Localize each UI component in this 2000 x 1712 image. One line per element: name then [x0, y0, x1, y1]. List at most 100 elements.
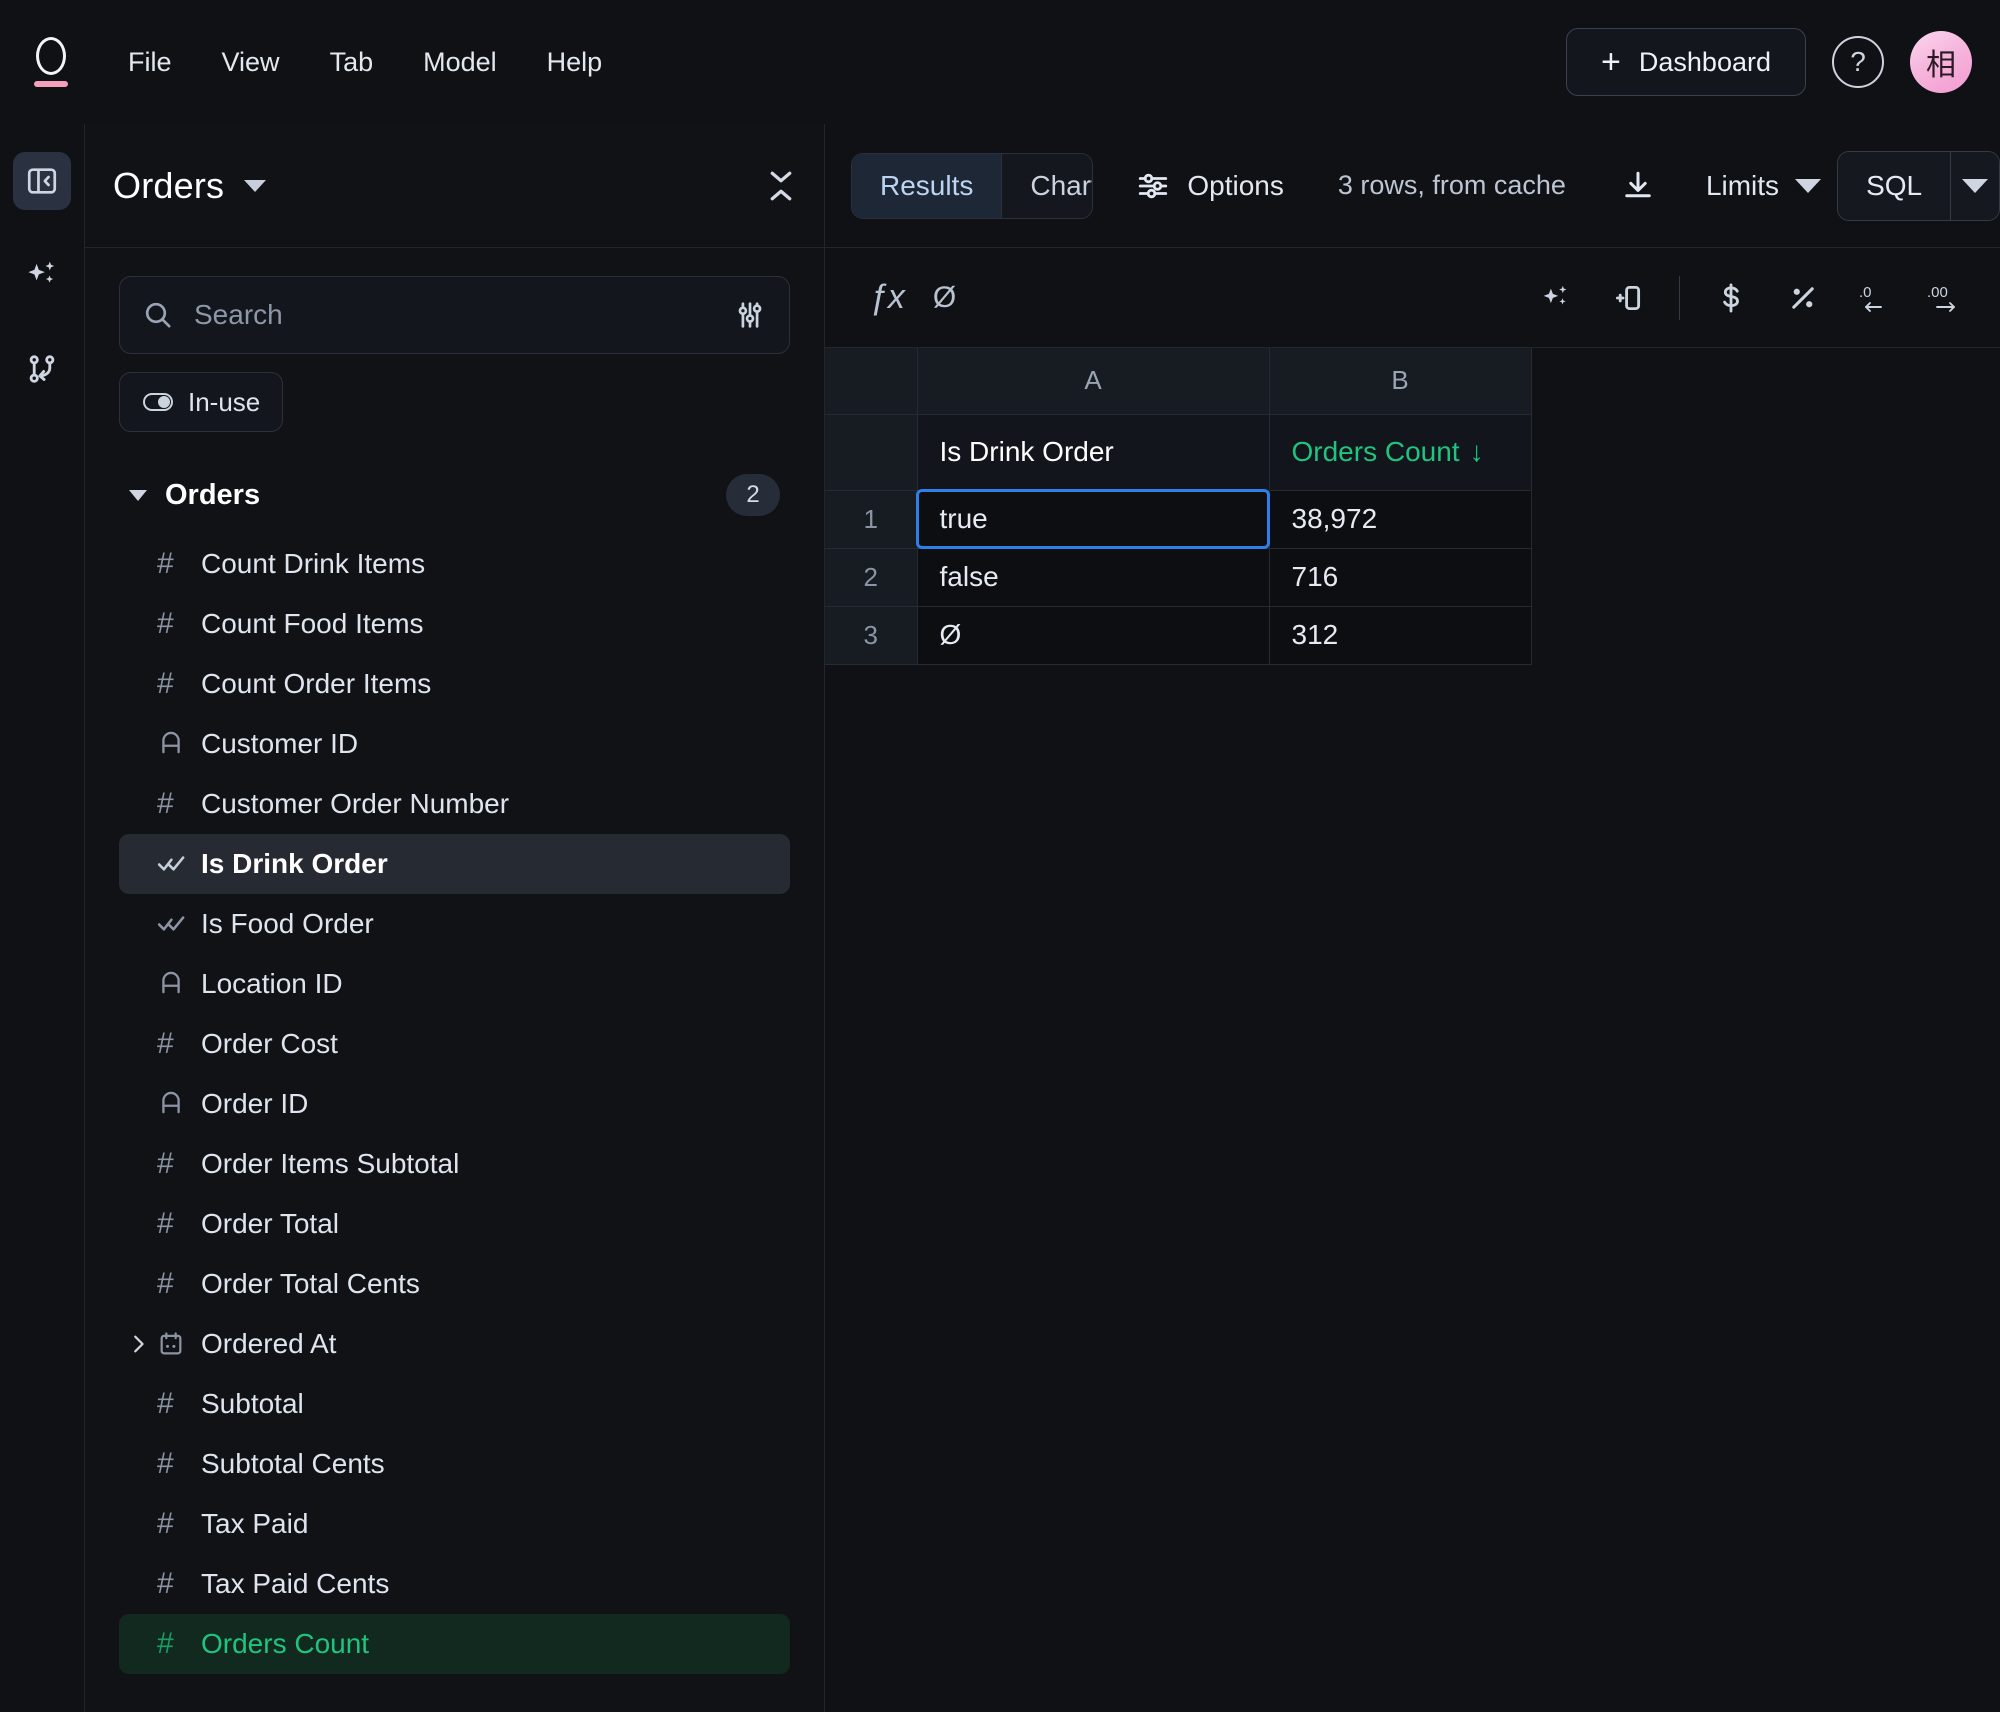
field-subtotal-cents[interactable]: # Subtotal Cents [119, 1434, 790, 1494]
field-subtotal[interactable]: # Subtotal [119, 1374, 790, 1434]
field-order-id[interactable]: Order ID [119, 1074, 790, 1134]
field-customer-order-number[interactable]: # Customer Order Number [119, 774, 790, 834]
number-icon: # [157, 1567, 174, 1600]
currency-icon[interactable] [1700, 267, 1762, 329]
field-label: Tax Paid [201, 1508, 309, 1539]
limits-button[interactable]: Limits [1690, 153, 1837, 219]
number-icon: # [157, 1627, 174, 1660]
cell-b1[interactable]: 38,972 [1269, 490, 1532, 549]
field-label: Is Drink Order [201, 848, 388, 879]
field-customer-id[interactable]: Customer ID [119, 714, 790, 774]
field-location-id[interactable]: Location ID [119, 954, 790, 1014]
column-header-orders-count[interactable]: Orders Count ↓ [1269, 414, 1532, 491]
download-button[interactable] [1604, 153, 1672, 219]
sql-dropdown-button[interactable] [1950, 151, 1999, 220]
main-menu: File View Tab Model Help [106, 37, 624, 88]
row-index[interactable]: 2 [825, 548, 918, 607]
field-label: Order Items Subtotal [201, 1148, 460, 1179]
null-value-icon[interactable]: Ø [933, 281, 956, 315]
field-count-food-items[interactable]: # Count Food Items [119, 594, 790, 654]
tab-chart[interactable]: Chart [1001, 153, 1093, 218]
cell-value: true [939, 503, 988, 534]
sql-button[interactable]: SQL [1838, 151, 1951, 220]
avatar[interactable]: 相 [1910, 31, 1972, 93]
field-ordered-at[interactable]: Ordered At [119, 1314, 790, 1374]
collapse-all-button[interactable] [766, 169, 796, 203]
cell-a1[interactable]: true [915, 488, 1270, 549]
auto-width-icon[interactable] [1597, 267, 1659, 329]
sort-desc-icon[interactable]: ↓ [1470, 436, 1484, 467]
field-is-food-order[interactable]: Is Food Order [119, 894, 790, 954]
field-order-total-cents[interactable]: # Order Total Cents [119, 1254, 790, 1314]
search-input[interactable]: Search [119, 276, 790, 354]
number-icon: # [157, 787, 174, 820]
ai-format-icon[interactable] [1525, 267, 1587, 329]
field-order-items-subtotal[interactable]: # Order Items Subtotal [119, 1134, 790, 1194]
chevron-right-icon[interactable] [119, 1333, 157, 1355]
column-letter-b[interactable]: B [1269, 348, 1532, 415]
column-header-is-drink-order[interactable]: Is Drink Order [917, 414, 1270, 491]
field-orders-count[interactable]: # Orders Count [119, 1614, 790, 1674]
field-is-drink-order[interactable]: Is Drink Order [119, 834, 790, 894]
cell-a3[interactable]: Ø [917, 606, 1270, 665]
cell-b2[interactable]: 716 [1269, 548, 1532, 607]
row-index[interactable]: 3 [825, 606, 918, 665]
sidebar-content: Search In-use Orders 2 # Count Drink Ite… [85, 248, 824, 1712]
increase-decimal-icon[interactable]: .00 [1916, 267, 1978, 329]
avatar-initial: 相 [1926, 49, 1956, 82]
tab-results[interactable]: Results [852, 153, 1002, 218]
field-order-cost[interactable]: # Order Cost [119, 1014, 790, 1074]
menu-item-file[interactable]: File [106, 37, 194, 88]
menu-item-model[interactable]: Model [401, 37, 519, 88]
boolean-icon [157, 913, 201, 935]
field-label: Order Cost [201, 1028, 338, 1059]
search-placeholder: Search [194, 299, 283, 330]
number-icon: # [157, 1447, 174, 1480]
branches-button[interactable] [13, 340, 71, 398]
chevron-down-icon [770, 171, 792, 182]
menu-item-help[interactable]: Help [525, 37, 625, 88]
field-group-orders[interactable]: Orders 2 [119, 466, 790, 524]
percent-icon[interactable] [1772, 267, 1834, 329]
field-count-order-items[interactable]: # Count Order Items [119, 654, 790, 714]
formula-bar: ƒx Ø .0 .00 [825, 248, 2000, 348]
field-order-total[interactable]: # Order Total [119, 1194, 790, 1254]
panel-toggle-button[interactable] [13, 152, 71, 210]
help-glyph: ? [1850, 46, 1866, 77]
column-letter-a[interactable]: A [917, 348, 1270, 415]
app-body: Orders Search In-use Orders 2 # Count Dr… [0, 124, 2000, 1712]
field-label: Order Total Cents [201, 1268, 420, 1299]
omni-logo-icon[interactable] [20, 31, 82, 93]
row-index[interactable]: 1 [825, 490, 918, 549]
menu-item-tab[interactable]: Tab [308, 37, 396, 88]
calendar-icon [157, 1330, 201, 1358]
field-label: Count Food Items [201, 608, 424, 639]
cell-a2[interactable]: false [917, 548, 1270, 607]
search-icon [145, 302, 171, 328]
cell-b3[interactable]: 312 [1269, 606, 1532, 665]
text-icon [157, 970, 201, 998]
grid-corner[interactable] [825, 348, 918, 415]
number-icon: # [157, 607, 174, 640]
formula-fx-icon[interactable]: ƒx [869, 278, 905, 317]
chevron-down-icon[interactable] [244, 179, 267, 192]
field-count-drink-items[interactable]: # Count Drink Items [119, 534, 790, 594]
sidebar-title[interactable]: Orders [113, 165, 224, 207]
field-label: Ordered At [201, 1328, 337, 1359]
row-status: 3 rows, from cache [1337, 170, 1566, 200]
in-use-toggle[interactable]: In-use [119, 372, 284, 432]
number-icon: # [157, 1027, 174, 1060]
svg-text:.00: .00 [1927, 284, 1948, 301]
decrease-decimal-icon[interactable]: .0 [1844, 267, 1906, 329]
options-button[interactable]: Options [1119, 153, 1300, 219]
field-tax-paid-cents[interactable]: # Tax Paid Cents [119, 1554, 790, 1614]
menu-item-view[interactable]: View [200, 37, 302, 88]
field-tax-paid[interactable]: # Tax Paid [119, 1494, 790, 1554]
add-dashboard-button[interactable]: + Dashboard [1566, 28, 1806, 96]
filter-sliders-icon[interactable] [733, 298, 767, 332]
field-label: Orders Count [201, 1628, 370, 1659]
help-circle-icon[interactable]: ? [1832, 36, 1884, 88]
sql-button-group: SQL [1837, 150, 2000, 221]
search-row: Search [85, 276, 824, 354]
ai-assistant-button[interactable] [13, 246, 71, 304]
